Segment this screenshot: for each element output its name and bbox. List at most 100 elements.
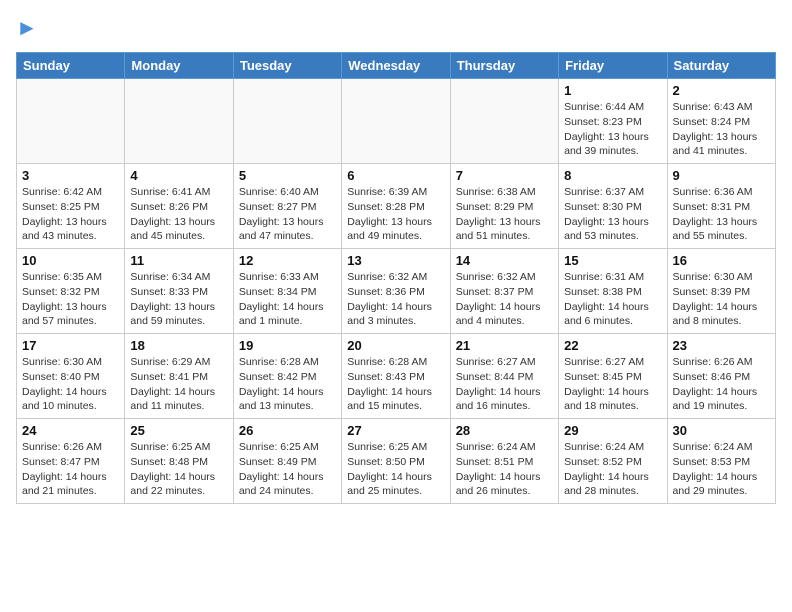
weekday-header-wednesday: Wednesday (342, 53, 450, 79)
day-info: Sunrise: 6:27 AM Sunset: 8:44 PM Dayligh… (456, 355, 553, 414)
day-number: 24 (22, 423, 119, 438)
day-info: Sunrise: 6:39 AM Sunset: 8:28 PM Dayligh… (347, 185, 444, 244)
day-number: 11 (130, 253, 227, 268)
day-info: Sunrise: 6:29 AM Sunset: 8:41 PM Dayligh… (130, 355, 227, 414)
day-info: Sunrise: 6:30 AM Sunset: 8:40 PM Dayligh… (22, 355, 119, 414)
calendar-cell: 1 Sunrise: 6:44 AM Sunset: 8:23 PM Daylig… (559, 79, 667, 164)
day-number: 15 (564, 253, 661, 268)
day-number: 12 (239, 253, 336, 268)
day-number: 28 (456, 423, 553, 438)
day-number: 16 (673, 253, 770, 268)
weekday-header-saturday: Saturday (667, 53, 775, 79)
calendar-cell: 6 Sunrise: 6:39 AM Sunset: 8:28 PM Daylig… (342, 164, 450, 249)
day-number: 22 (564, 338, 661, 353)
weekday-header-row: SundayMondayTuesdayWednesdayThursdayFrid… (17, 53, 776, 79)
day-info: Sunrise: 6:27 AM Sunset: 8:45 PM Dayligh… (564, 355, 661, 414)
day-info: Sunrise: 6:24 AM Sunset: 8:52 PM Dayligh… (564, 440, 661, 499)
day-number: 6 (347, 168, 444, 183)
day-info: Sunrise: 6:38 AM Sunset: 8:29 PM Dayligh… (456, 185, 553, 244)
day-info: Sunrise: 6:28 AM Sunset: 8:42 PM Dayligh… (239, 355, 336, 414)
week-row-5: 24 Sunrise: 6:26 AM Sunset: 8:47 PM Dayli… (17, 419, 776, 504)
calendar-table: SundayMondayTuesdayWednesdayThursdayFrid… (16, 52, 776, 504)
day-number: 27 (347, 423, 444, 438)
calendar-cell: 11 Sunrise: 6:34 AM Sunset: 8:33 PM Dayli… (125, 249, 233, 334)
weekday-header-tuesday: Tuesday (233, 53, 341, 79)
weekday-header-thursday: Thursday (450, 53, 558, 79)
day-number: 10 (22, 253, 119, 268)
day-info: Sunrise: 6:40 AM Sunset: 8:27 PM Dayligh… (239, 185, 336, 244)
day-info: Sunrise: 6:42 AM Sunset: 8:25 PM Dayligh… (22, 185, 119, 244)
logo: ► (16, 16, 38, 40)
day-info: Sunrise: 6:33 AM Sunset: 8:34 PM Dayligh… (239, 270, 336, 329)
day-info: Sunrise: 6:34 AM Sunset: 8:33 PM Dayligh… (130, 270, 227, 329)
calendar-cell: 16 Sunrise: 6:30 AM Sunset: 8:39 PM Dayli… (667, 249, 775, 334)
day-info: Sunrise: 6:26 AM Sunset: 8:47 PM Dayligh… (22, 440, 119, 499)
calendar-cell (125, 79, 233, 164)
day-info: Sunrise: 6:28 AM Sunset: 8:43 PM Dayligh… (347, 355, 444, 414)
week-row-1: 1 Sunrise: 6:44 AM Sunset: 8:23 PM Daylig… (17, 79, 776, 164)
day-number: 25 (130, 423, 227, 438)
calendar-cell: 15 Sunrise: 6:31 AM Sunset: 8:38 PM Dayli… (559, 249, 667, 334)
calendar-cell: 4 Sunrise: 6:41 AM Sunset: 8:26 PM Daylig… (125, 164, 233, 249)
day-info: Sunrise: 6:36 AM Sunset: 8:31 PM Dayligh… (673, 185, 770, 244)
day-info: Sunrise: 6:31 AM Sunset: 8:38 PM Dayligh… (564, 270, 661, 329)
weekday-header-sunday: Sunday (17, 53, 125, 79)
day-info: Sunrise: 6:30 AM Sunset: 8:39 PM Dayligh… (673, 270, 770, 329)
calendar-cell: 5 Sunrise: 6:40 AM Sunset: 8:27 PM Daylig… (233, 164, 341, 249)
calendar-cell (17, 79, 125, 164)
calendar-cell: 7 Sunrise: 6:38 AM Sunset: 8:29 PM Daylig… (450, 164, 558, 249)
day-number: 21 (456, 338, 553, 353)
day-number: 9 (673, 168, 770, 183)
day-info: Sunrise: 6:25 AM Sunset: 8:48 PM Dayligh… (130, 440, 227, 499)
day-info: Sunrise: 6:44 AM Sunset: 8:23 PM Dayligh… (564, 100, 661, 159)
day-number: 1 (564, 83, 661, 98)
page-header: ► (16, 16, 776, 40)
calendar-cell: 19 Sunrise: 6:28 AM Sunset: 8:42 PM Dayli… (233, 334, 341, 419)
day-info: Sunrise: 6:41 AM Sunset: 8:26 PM Dayligh… (130, 185, 227, 244)
calendar-cell: 29 Sunrise: 6:24 AM Sunset: 8:52 PM Dayli… (559, 419, 667, 504)
day-number: 14 (456, 253, 553, 268)
calendar-cell: 23 Sunrise: 6:26 AM Sunset: 8:46 PM Dayli… (667, 334, 775, 419)
day-info: Sunrise: 6:43 AM Sunset: 8:24 PM Dayligh… (673, 100, 770, 159)
day-number: 7 (456, 168, 553, 183)
day-number: 30 (673, 423, 770, 438)
day-number: 3 (22, 168, 119, 183)
day-info: Sunrise: 6:35 AM Sunset: 8:32 PM Dayligh… (22, 270, 119, 329)
day-number: 2 (673, 83, 770, 98)
calendar-cell: 12 Sunrise: 6:33 AM Sunset: 8:34 PM Dayli… (233, 249, 341, 334)
calendar-cell: 9 Sunrise: 6:36 AM Sunset: 8:31 PM Daylig… (667, 164, 775, 249)
logo-text: ► (16, 16, 38, 40)
day-number: 18 (130, 338, 227, 353)
day-info: Sunrise: 6:24 AM Sunset: 8:53 PM Dayligh… (673, 440, 770, 499)
day-info: Sunrise: 6:25 AM Sunset: 8:50 PM Dayligh… (347, 440, 444, 499)
day-info: Sunrise: 6:24 AM Sunset: 8:51 PM Dayligh… (456, 440, 553, 499)
day-info: Sunrise: 6:37 AM Sunset: 8:30 PM Dayligh… (564, 185, 661, 244)
day-info: Sunrise: 6:26 AM Sunset: 8:46 PM Dayligh… (673, 355, 770, 414)
calendar-cell: 2 Sunrise: 6:43 AM Sunset: 8:24 PM Daylig… (667, 79, 775, 164)
calendar-cell: 21 Sunrise: 6:27 AM Sunset: 8:44 PM Dayli… (450, 334, 558, 419)
day-info: Sunrise: 6:32 AM Sunset: 8:36 PM Dayligh… (347, 270, 444, 329)
day-number: 29 (564, 423, 661, 438)
day-number: 5 (239, 168, 336, 183)
calendar-cell (450, 79, 558, 164)
calendar-cell: 3 Sunrise: 6:42 AM Sunset: 8:25 PM Daylig… (17, 164, 125, 249)
week-row-4: 17Sunrise: 6:30 AM Sunset: 8:40 PM Dayli… (17, 334, 776, 419)
weekday-header-monday: Monday (125, 53, 233, 79)
calendar-cell: 13Sunrise: 6:32 AM Sunset: 8:36 PM Dayli… (342, 249, 450, 334)
day-number: 23 (673, 338, 770, 353)
day-number: 26 (239, 423, 336, 438)
calendar-cell (342, 79, 450, 164)
day-info: Sunrise: 6:32 AM Sunset: 8:37 PM Dayligh… (456, 270, 553, 329)
weekday-header-friday: Friday (559, 53, 667, 79)
calendar-cell: 14 Sunrise: 6:32 AM Sunset: 8:37 PM Dayli… (450, 249, 558, 334)
calendar-cell: 22 Sunrise: 6:27 AM Sunset: 8:45 PM Dayli… (559, 334, 667, 419)
day-number: 8 (564, 168, 661, 183)
week-row-3: 10 Sunrise: 6:35 AM Sunset: 8:32 PM Dayli… (17, 249, 776, 334)
week-row-2: 3 Sunrise: 6:42 AM Sunset: 8:25 PM Daylig… (17, 164, 776, 249)
day-info: Sunrise: 6:25 AM Sunset: 8:49 PM Dayligh… (239, 440, 336, 499)
day-number: 4 (130, 168, 227, 183)
calendar-cell: 18 Sunrise: 6:29 AM Sunset: 8:41 PM Dayli… (125, 334, 233, 419)
day-number: 19 (239, 338, 336, 353)
calendar-cell: 30 Sunrise: 6:24 AM Sunset: 8:53 PM Dayli… (667, 419, 775, 504)
calendar-cell: 25 Sunrise: 6:25 AM Sunset: 8:48 PM Dayli… (125, 419, 233, 504)
